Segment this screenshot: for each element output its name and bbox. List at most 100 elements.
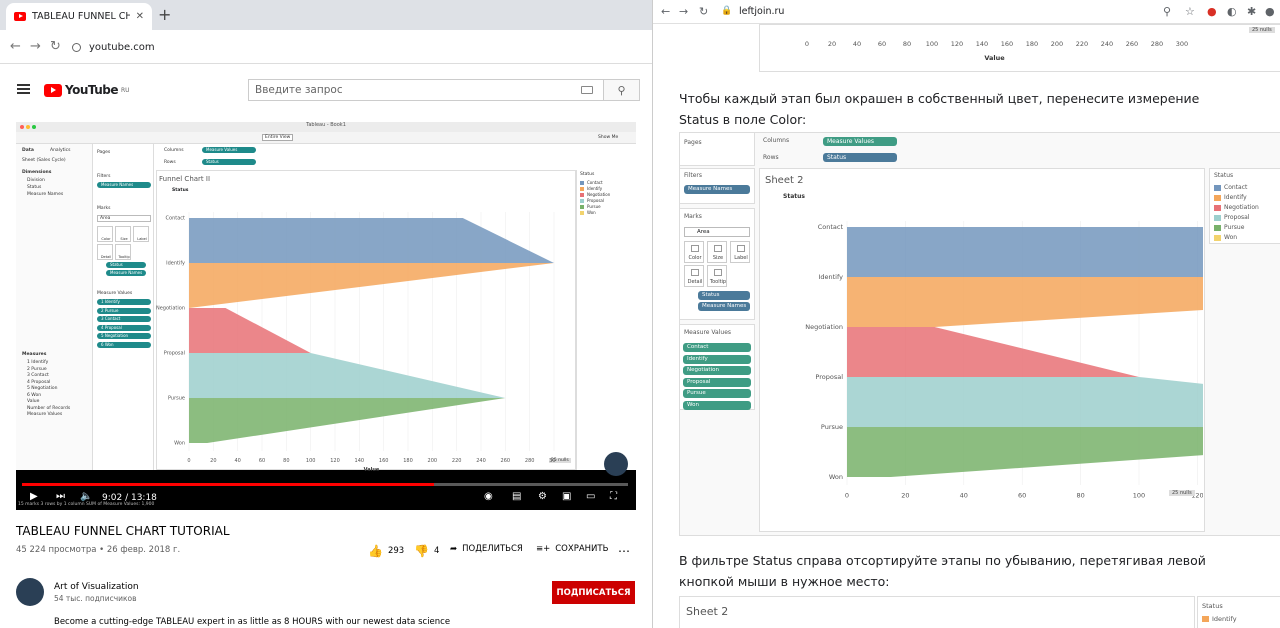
area-mark-contact[interactable] [847, 227, 1203, 277]
mark-button-color[interactable]: Color [97, 226, 113, 242]
extension-icon[interactable]: ◐ [1227, 5, 1237, 18]
rows-pill[interactable]: Status [202, 159, 256, 165]
settings-gear-icon[interactable]: ⚙ [538, 491, 547, 505]
area-mark-proposal[interactable] [847, 377, 1203, 427]
fit-dropdown[interactable]: Entire View [262, 134, 294, 141]
zoom-icon[interactable]: ⚲ [1163, 5, 1171, 18]
autoplay-toggle-icon[interactable]: ◉ [484, 491, 493, 505]
back-icon[interactable]: ← [661, 5, 670, 18]
columns-pill[interactable]: Measure Values [823, 137, 897, 146]
subtitles-icon[interactable]: ▤ [512, 491, 521, 505]
play-icon[interactable]: ▶ [30, 491, 38, 505]
menu-icon[interactable] [17, 84, 30, 94]
address-bar[interactable]: youtube.com [72, 36, 155, 58]
filter-pill[interactable]: Measure Names [97, 182, 151, 188]
area-mark-identify[interactable] [189, 263, 554, 308]
area-mark-proposal[interactable] [189, 353, 506, 398]
show-me-button[interactable]: Show Me [598, 135, 618, 140]
measure-value-pill[interactable]: 6 Won [97, 341, 151, 348]
mark-type-dropdown[interactable]: Area [684, 227, 750, 237]
mark-button-size[interactable]: Size [115, 226, 131, 242]
progress-bar[interactable] [22, 483, 628, 486]
legend-item[interactable]: Won [580, 210, 630, 216]
theater-mode-icon[interactable]: ▭ [586, 491, 595, 505]
reload-icon[interactable]: ↻ [50, 39, 61, 54]
marks-pill-measure-names[interactable]: Measure Names [106, 270, 146, 276]
rows-pill[interactable]: Status [823, 153, 897, 162]
dislike-button[interactable]: 👎 4 [414, 544, 439, 558]
dimension-item[interactable]: Division [22, 178, 63, 183]
legend-item[interactable]: Proposal [1214, 214, 1276, 223]
measure-value-pill[interactable]: Identify [683, 354, 751, 364]
measure-item[interactable]: Value [22, 399, 70, 404]
save-button[interactable]: ≡+ СОХРАНИТЬ [536, 544, 608, 554]
analytics-tab[interactable]: Analytics [50, 148, 70, 153]
next-icon[interactable]: ⏭ [56, 491, 65, 505]
profile-avatar-icon[interactable]: ● [1265, 5, 1275, 18]
measure-item[interactable]: 3 Contact [22, 373, 70, 378]
data-tab[interactable]: Data [22, 148, 34, 153]
null-badge[interactable]: 25 nulls [1169, 490, 1195, 496]
datasource-name[interactable]: Sheet (Sales Cycle) [22, 158, 66, 163]
mark-button-tooltip[interactable]: Tooltip [115, 244, 131, 260]
columns-pill[interactable]: Measure Values [202, 147, 256, 153]
tab-youtube[interactable]: TABLEAU FUNNEL CHART TUTORI ✕ [6, 3, 152, 30]
keyboard-icon[interactable] [581, 86, 593, 94]
measure-value-pill[interactable]: Proposal [683, 377, 751, 387]
measure-value-pill[interactable]: Negotiation [683, 366, 751, 375]
mark-button-detail[interactable]: Detail [97, 244, 113, 260]
measure-value-pill[interactable]: Won [683, 400, 751, 410]
legend-item[interactable]: Pursue [1214, 224, 1276, 233]
area-mark-pursue[interactable] [847, 427, 1203, 477]
measure-item[interactable]: 1 Identify [22, 360, 70, 365]
measure-item[interactable]: 5 Negotiation [22, 386, 70, 391]
like-button[interactable]: 👍 293 [368, 544, 404, 558]
miniplayer-icon[interactable]: ▣ [562, 491, 571, 505]
measure-value-pill[interactable]: 4 Proposal [97, 324, 151, 331]
measure-value-pill[interactable]: 3 Contact [97, 316, 151, 322]
channel-name[interactable]: Art of Visualization [54, 582, 139, 592]
fullscreen-icon[interactable]: ⛶ [610, 491, 617, 505]
measure-value-pill[interactable]: Contact [683, 343, 751, 352]
search-button[interactable]: ⚲ [604, 79, 640, 101]
area-mark-identify[interactable] [847, 277, 1203, 327]
search-input[interactable]: Введите запрос [248, 79, 604, 101]
measure-item[interactable]: 2 Pursue [22, 367, 70, 372]
marks-pill-status[interactable]: Status [698, 291, 750, 300]
measure-item[interactable]: 6 Won [22, 393, 70, 398]
measure-value-pill[interactable]: 2 Pursue [97, 307, 151, 314]
measure-value-pill[interactable]: 1 Identify [97, 299, 151, 305]
mark-button-size[interactable]: Size [707, 241, 727, 263]
channel-avatar[interactable] [16, 578, 44, 606]
dimension-item[interactable]: Measure Names [22, 192, 63, 197]
area-mark-negotiation[interactable] [189, 308, 311, 353]
forward-icon[interactable]: → [30, 39, 41, 54]
new-tab-icon[interactable]: + [158, 5, 171, 24]
subscribe-button[interactable]: ПОДПИСАТЬСЯ [552, 581, 635, 604]
area-mark-negotiation[interactable] [847, 327, 1139, 377]
legend-item[interactable]: Contact [1214, 184, 1276, 193]
extension-red-icon[interactable]: ● [1207, 5, 1217, 18]
measure-item[interactable]: 4 Proposal [22, 380, 70, 385]
close-tab-icon[interactable]: ✕ [136, 11, 144, 22]
mark-button-label[interactable]: Label [133, 226, 149, 242]
forward-icon[interactable]: → [679, 5, 688, 18]
mark-button-detail[interactable]: Detail [684, 265, 704, 287]
marks-pill-measure-names[interactable]: Measure Names [698, 302, 750, 311]
top-null-badge[interactable]: 25 nulls [1249, 27, 1275, 33]
area-mark-contact[interactable] [189, 218, 554, 263]
mark-type-dropdown[interactable]: Area [97, 215, 151, 222]
measure-item[interactable]: Measure Values [22, 412, 70, 417]
measure-value-pill[interactable]: Pursue [683, 389, 751, 398]
back-icon[interactable]: ← [10, 39, 21, 54]
filter-pill[interactable]: Measure Names [684, 185, 750, 194]
more-actions-icon[interactable]: ⋯ [618, 544, 630, 558]
legend-item[interactable]: Negotiation [1214, 204, 1276, 213]
share-button[interactable]: ➦ ПОДЕЛИТЬСЯ [450, 544, 523, 554]
legend-item[interactable]: Identify [1214, 194, 1276, 203]
measure-item[interactable]: Number of Records [22, 406, 70, 411]
legend-item[interactable]: Won [1214, 234, 1276, 243]
extensions-puzzle-icon[interactable]: ✱ [1247, 5, 1256, 18]
volume-icon[interactable]: 🔈 [80, 491, 92, 505]
reload-icon[interactable]: ↻ [699, 5, 708, 18]
